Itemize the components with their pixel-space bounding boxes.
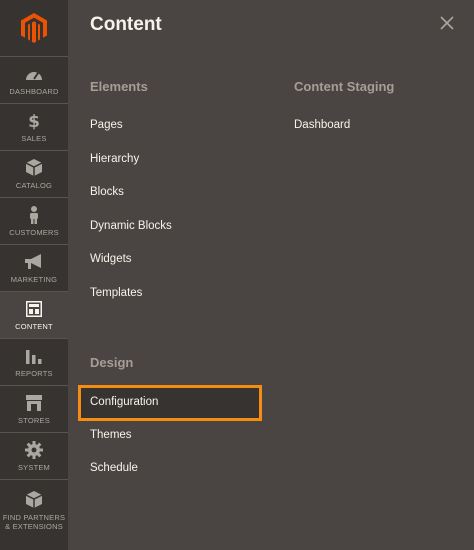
section-title-content-staging: Content Staging <box>294 79 395 94</box>
sidebar-item-stores[interactable]: STORES <box>0 385 68 432</box>
menu-link-schedule[interactable]: Schedule <box>90 462 138 474</box>
person-icon <box>28 205 40 224</box>
sidebar-item-label: SYSTEM <box>17 462 51 472</box>
sidebar-item-catalog[interactable]: CATALOG <box>0 150 68 197</box>
box-icon <box>26 159 42 177</box>
sidebar-item-label: CONTENT <box>15 321 53 331</box>
megaphone-icon <box>25 253 43 271</box>
panel-title: Content <box>90 14 162 35</box>
menu-link-configuration[interactable]: Configuration <box>90 396 158 408</box>
sidebar-item-label: FIND PARTNERS & EXTENSIONS <box>2 512 66 531</box>
layout-icon <box>26 300 42 318</box>
menu-link-widgets[interactable]: Widgets <box>90 253 132 265</box>
menu-link-blocks[interactable]: Blocks <box>90 186 124 198</box>
admin-sidebar: DASHBOARD $ SALES CATALOG CUSTOMERS MARK… <box>0 0 68 550</box>
sidebar-item-label: CATALOG <box>15 180 53 190</box>
sidebar-item-label: REPORTS <box>15 368 53 378</box>
section-title-elements: Elements <box>90 79 148 94</box>
magento-logo[interactable] <box>0 0 68 56</box>
menu-link-pages[interactable]: Pages <box>90 119 123 131</box>
sidebar-item-partners[interactable]: FIND PARTNERS & EXTENSIONS <box>0 479 68 541</box>
menu-link-themes[interactable]: Themes <box>90 429 132 441</box>
bar-chart-icon <box>26 347 42 365</box>
svg-text:$: $ <box>28 112 40 130</box>
gear-icon <box>25 440 43 459</box>
menu-link-staging-dashboard[interactable]: Dashboard <box>294 119 350 131</box>
dollar-icon: $ <box>28 112 40 130</box>
sidebar-item-label: SALES <box>21 133 47 143</box>
speedometer-icon <box>25 65 43 83</box>
sidebar-item-label: CUSTOMERS <box>9 227 59 237</box>
menu-link-dynamic-blocks[interactable]: Dynamic Blocks <box>90 220 172 232</box>
close-button[interactable] <box>438 14 456 32</box>
sidebar-item-system[interactable]: SYSTEM <box>0 432 68 479</box>
sidebar-item-customers[interactable]: CUSTOMERS <box>0 197 68 244</box>
content-menu-panel: Content Elements Pages Hierarchy Blocks … <box>68 0 474 550</box>
sidebar-item-marketing[interactable]: MARKETING <box>0 244 68 291</box>
sidebar-item-reports[interactable]: REPORTS <box>0 338 68 385</box>
section-title-design: Design <box>90 355 134 370</box>
sidebar-item-label: STORES <box>18 415 50 425</box>
menu-link-templates[interactable]: Templates <box>90 287 142 299</box>
magento-logo-icon <box>21 13 47 43</box>
cube-icon <box>26 491 42 509</box>
close-icon <box>440 16 454 30</box>
sidebar-item-dashboard[interactable]: DASHBOARD <box>0 56 68 103</box>
storefront-icon <box>25 394 43 412</box>
sidebar-item-label: MARKETING <box>10 274 58 284</box>
sidebar-item-content[interactable]: CONTENT <box>0 291 68 338</box>
sidebar-item-label: DASHBOARD <box>9 86 59 96</box>
menu-link-hierarchy[interactable]: Hierarchy <box>90 153 139 165</box>
sidebar-item-sales[interactable]: $ SALES <box>0 103 68 150</box>
